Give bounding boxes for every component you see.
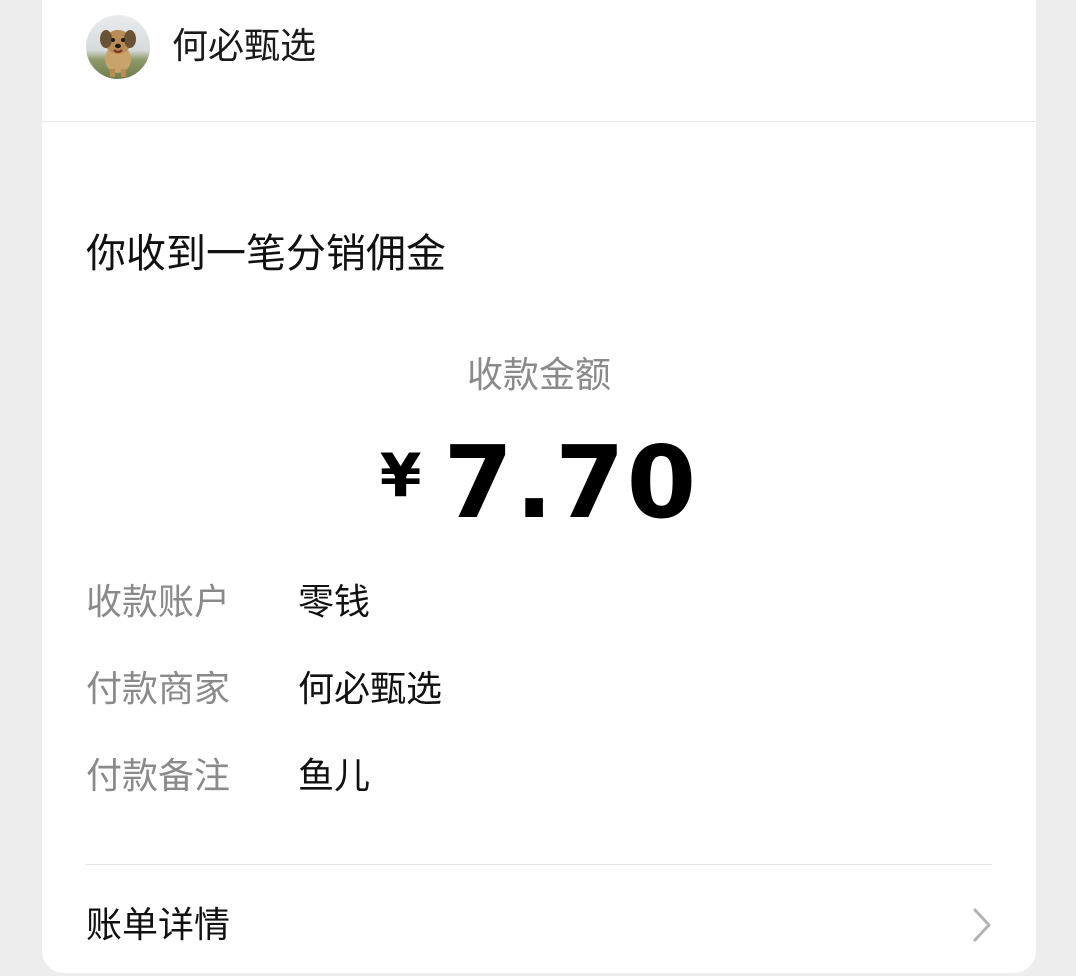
detail-value: 鱼儿 (298, 756, 371, 797)
payment-notification-card: 何必甄选 你收到一笔分销佣金 收款金额 ¥7.70 收款账户 零钱 付款商家 何… (42, 0, 1036, 973)
card-header[interactable]: 何必甄选 (42, 0, 1036, 122)
merchant-name[interactable]: 何必甄选 (172, 24, 316, 70)
detail-value: 零钱 (298, 582, 371, 623)
bill-details-link[interactable]: 账单详情 (42, 865, 1036, 973)
detail-value: 何必甄选 (298, 669, 443, 710)
merchant-avatar[interactable] (86, 15, 150, 79)
amount-value: 7.70 (443, 424, 699, 541)
detail-row-merchant: 付款商家 何必甄选 (86, 665, 986, 715)
detail-row-remark: 付款备注 鱼儿 (86, 752, 986, 802)
detail-row-account: 收款账户 零钱 (86, 578, 986, 628)
amount-display: ¥7.70 (42, 428, 1036, 538)
bill-details-label: 账单详情 (86, 905, 231, 946)
amount-label: 收款金额 (466, 355, 611, 396)
notification-title: 你收到一笔分销佣金 (86, 231, 446, 277)
detail-label: 收款账户 (86, 582, 231, 623)
chevron-right-icon (973, 908, 991, 942)
currency-symbol: ¥ (379, 441, 422, 511)
detail-label: 付款商家 (86, 669, 231, 710)
dog-avatar-icon (86, 15, 150, 79)
detail-label: 付款备注 (86, 756, 231, 797)
